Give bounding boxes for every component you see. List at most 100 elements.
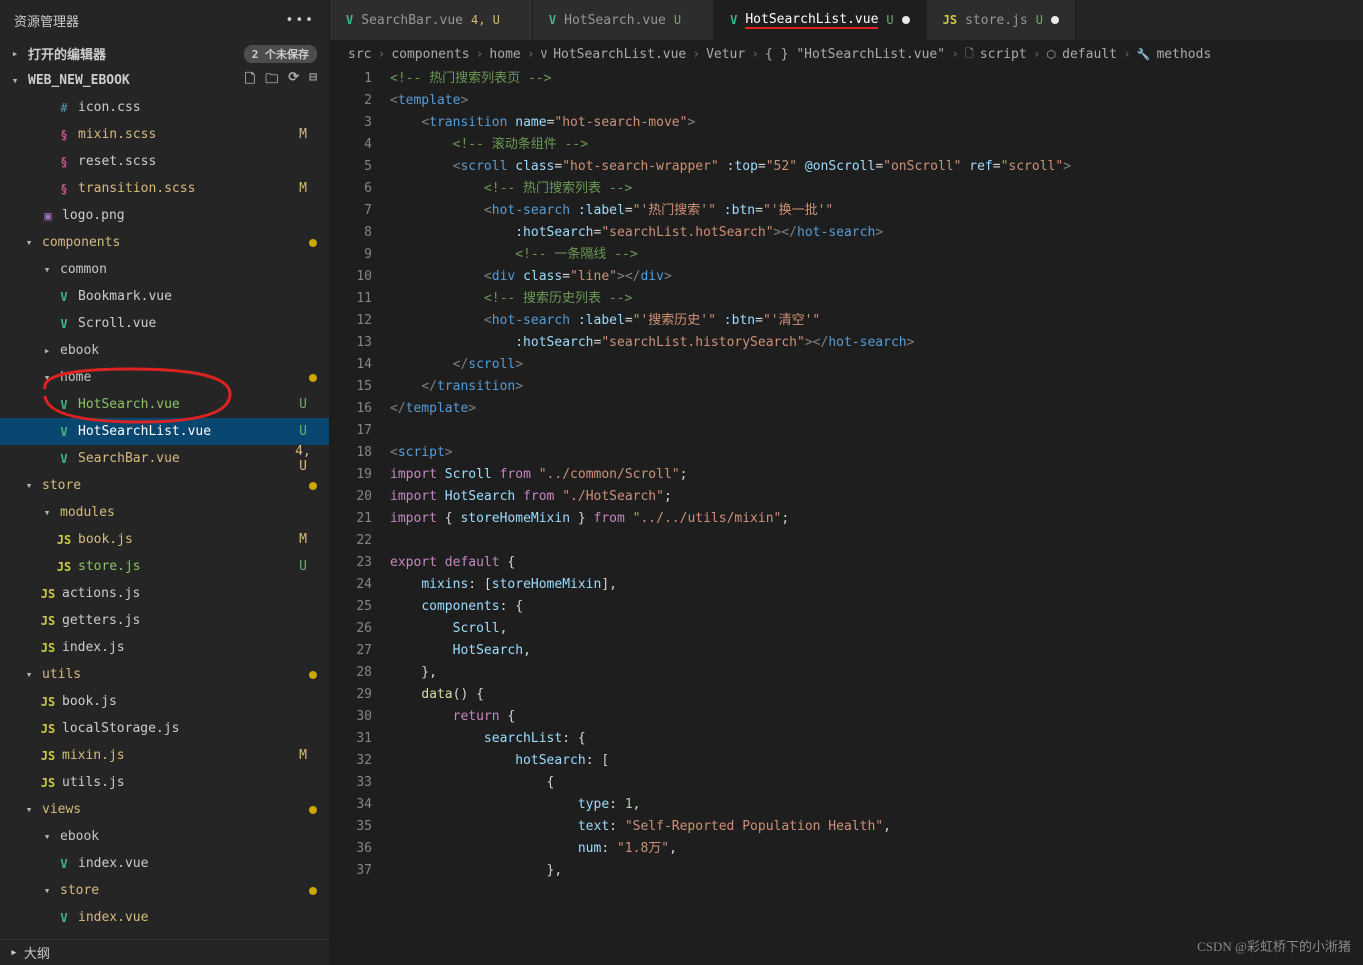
item-label: Scroll.vue	[78, 316, 317, 331]
tab-SearchBar-vue[interactable]: VSearchBar.vue4, U	[330, 0, 533, 40]
refresh-icon[interactable]: ⟳	[288, 70, 299, 92]
item-label: index.js	[62, 640, 317, 655]
file-item[interactable]: JSgetters.js	[0, 607, 329, 634]
css-icon: #	[56, 100, 72, 116]
item-label: utils.js	[62, 775, 317, 790]
editor-main: VSearchBar.vue4, UVHotSearch.vueUVHotSea…	[330, 0, 1363, 965]
folder-item[interactable]: ▸ebook	[0, 337, 329, 364]
dirty-dot-icon[interactable]	[902, 16, 910, 24]
folder-item[interactable]: ▾home	[0, 364, 329, 391]
tab-store-js[interactable]: JSstore.jsU	[927, 0, 1076, 40]
tab-label: SearchBar.vue	[361, 13, 463, 28]
img-icon: ▣	[40, 208, 56, 224]
breadcrumb-item[interactable]: default	[1062, 47, 1117, 62]
file-item[interactable]: § reset.scss	[0, 148, 329, 175]
breadcrumb-item[interactable]: HotSearchList.vue	[553, 47, 686, 62]
line-numbers: 1234567891011121314151617181920212223242…	[330, 68, 390, 965]
breadcrumb-item[interactable]: { } "HotSearchList.vue"	[765, 47, 945, 62]
item-label: store	[42, 478, 309, 493]
vue-icon: V	[56, 856, 72, 872]
breadcrumb[interactable]: src›components›home›VHotSearchList.vue›V…	[330, 40, 1363, 68]
file-item[interactable]: JSbook.jsM	[0, 526, 329, 553]
tab-label: store.js	[965, 13, 1028, 28]
modified-dot-icon	[309, 887, 317, 895]
modified-dot-icon	[309, 671, 317, 679]
item-label: transition.scss	[78, 181, 289, 196]
folder-item[interactable]: ▾utils	[0, 661, 329, 688]
editor[interactable]: 1234567891011121314151617181920212223242…	[330, 68, 1363, 965]
file-item[interactable]: ▣logo.png	[0, 202, 329, 229]
collapse-icon[interactable]: ⊟	[309, 70, 317, 92]
code-content[interactable]: <!-- 热门搜索列表页 --> <template> <transition …	[390, 68, 1363, 965]
project-section[interactable]: ▾ WEB_NEW_EBOOK 🗋 🗀 ⟳ ⊟	[0, 67, 329, 94]
breadcrumb-item[interactable]: home	[489, 47, 520, 62]
vue-icon: V	[346, 13, 353, 27]
folder-item[interactable]: ▾common	[0, 256, 329, 283]
item-label: store	[60, 883, 309, 898]
folder-item[interactable]: ▾ebook	[0, 823, 329, 850]
tab-HotSearchList-vue[interactable]: VHotSearchList.vueU	[714, 0, 927, 40]
file-item[interactable]: VScroll.vue	[0, 310, 329, 337]
folder-item[interactable]: ▾components	[0, 229, 329, 256]
file-item[interactable]: #icon.css	[0, 94, 329, 121]
vue-icon: V	[549, 13, 556, 27]
file-item[interactable]: §mixin.scssM	[0, 121, 329, 148]
file-item[interactable]: JSindex.js	[0, 634, 329, 661]
js-icon: JS	[56, 559, 72, 575]
file-item[interactable]: VHotSearchList.vueU	[0, 418, 329, 445]
item-label: common	[60, 262, 317, 277]
js-icon: JS	[40, 694, 56, 710]
new-file-icon[interactable]: 🗋	[245, 70, 255, 92]
file-item[interactable]: Vindex.vue	[0, 904, 329, 931]
vue-icon: V	[56, 910, 72, 926]
file-item[interactable]: JSbook.js	[0, 688, 329, 715]
file-item[interactable]: VSearchBar.vue4, U	[0, 445, 329, 472]
new-folder-icon[interactable]: 🗀	[265, 70, 278, 92]
file-item[interactable]: Vindex.vue	[0, 850, 329, 877]
git-status: M	[289, 181, 317, 196]
item-label: components	[42, 235, 309, 250]
file-item[interactable]: JSutils.js	[0, 769, 329, 796]
js-icon: JS	[40, 613, 56, 629]
breadcrumb-sep: ›	[476, 47, 484, 62]
git-status: 4, U	[289, 444, 317, 474]
chevron-icon: ▾	[40, 884, 54, 897]
file-item[interactable]: JSstore.jsU	[0, 553, 329, 580]
breadcrumb-item[interactable]: methods	[1156, 47, 1211, 62]
item-label: ebook	[60, 829, 317, 844]
item-label: home	[60, 370, 309, 385]
chevron-icon: ▾	[22, 668, 36, 681]
tab-git-status: U	[1036, 13, 1043, 27]
file-item[interactable]: JSactions.js	[0, 580, 329, 607]
breadcrumb-sep: ›	[1033, 47, 1041, 62]
folder-item[interactable]: ▾ store	[0, 877, 329, 904]
file-item[interactable]: VHotSearch.vueU	[0, 391, 329, 418]
more-icon[interactable]: •••	[286, 13, 315, 28]
breadcrumb-item[interactable]: Vetur	[706, 47, 745, 62]
js-icon: JS	[40, 721, 56, 737]
breadcrumb-sep: ›	[951, 47, 959, 62]
breadcrumb-item[interactable]: components	[391, 47, 469, 62]
file-item[interactable]: JSlocalStorage.js	[0, 715, 329, 742]
breadcrumb-item[interactable]: src	[348, 47, 371, 62]
breadcrumb-item[interactable]: script	[980, 47, 1027, 62]
git-status: M	[289, 532, 317, 547]
breadcrumb-icon: 🔧	[1137, 48, 1151, 61]
modified-dot-icon	[309, 806, 317, 814]
file-item[interactable]: JSmixin.jsM	[0, 742, 329, 769]
folder-item[interactable]: ▾views	[0, 796, 329, 823]
outline-section[interactable]: ▸ 大纲	[0, 939, 329, 965]
open-editors-section[interactable]: ▸ 打开的编辑器 2 个未保存	[0, 40, 329, 67]
dirty-dot-icon[interactable]	[1051, 16, 1059, 24]
scss-icon: §	[56, 154, 72, 170]
file-tree[interactable]: #icon.css§mixin.scssM § reset.scss §transit…	[0, 94, 329, 939]
file-item[interactable]: VBookmark.vue	[0, 283, 329, 310]
folder-item[interactable]: ▾store	[0, 472, 329, 499]
item-label: index.vue	[78, 910, 317, 925]
folder-item[interactable]: ▾modules	[0, 499, 329, 526]
item-label: reset.scss	[78, 154, 317, 169]
file-item[interactable]: §transition.scssM	[0, 175, 329, 202]
tab-HotSearch-vue[interactable]: VHotSearch.vueU	[533, 0, 714, 40]
item-label: index.vue	[78, 856, 317, 871]
item-label: book.js	[78, 532, 289, 547]
